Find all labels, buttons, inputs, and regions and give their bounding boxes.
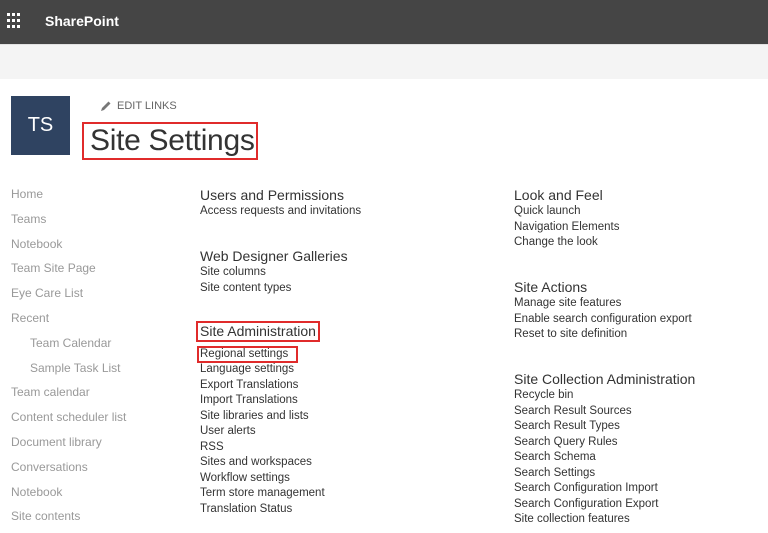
quick-launch-item[interactable]: Team calendar [11,384,171,409]
quick-launch-item[interactable]: Notebook [11,484,171,509]
link-term-store-management[interactable]: Term store management [200,486,450,502]
settings-column-right-actions: Site Actions Manage site features Enable… [514,279,764,343]
link-reset-site-definition[interactable]: Reset to site definition [514,327,764,343]
quick-launch-item[interactable]: Content scheduler list [11,409,171,434]
quick-launch-item[interactable]: Teams [11,211,171,236]
link-translation-status[interactable]: Translation Status [200,502,450,518]
settings-column-left-galleries: Web Designer Galleries Site columns Site… [200,248,450,296]
link-search-settings[interactable]: Search Settings [514,466,764,482]
site-logo[interactable]: TS [11,96,70,155]
section-title-look-and-feel: Look and Feel [514,187,603,203]
quick-launch-nav: Home Teams Notebook Team Site Page Eye Care … [11,186,171,533]
section-title-site-administration: Site Administration [196,321,320,342]
quick-launch-item[interactable]: Document library [11,434,171,459]
quick-launch-item[interactable]: Recent [11,310,171,335]
link-import-translations[interactable]: Import Translations [200,393,450,409]
settings-column-right-collection: Site Collection Administration Recycle b… [514,371,764,528]
link-recycle-bin[interactable]: Recycle bin [514,388,764,404]
quick-launch-item[interactable]: Conversations [11,459,171,484]
link-search-config-export[interactable]: Search Configuration Export [514,497,764,513]
app-launcher-icon[interactable] [7,13,23,29]
quick-launch-item[interactable]: Notebook [11,236,171,261]
ribbon-bar [0,44,768,79]
link-rss[interactable]: RSS [200,440,450,456]
quick-launch-item[interactable]: Site contents [11,508,171,533]
link-search-result-sources[interactable]: Search Result Sources [514,404,764,420]
site-logo-initials: TS [27,114,54,136]
link-export-translations[interactable]: Export Translations [200,378,450,394]
quick-launch-item[interactable]: Home [11,186,171,211]
section-title-site-actions: Site Actions [514,279,588,295]
link-search-config-import[interactable]: Search Configuration Import [514,481,764,497]
link-site-collection-features[interactable]: Site collection features [514,512,764,528]
brand-label[interactable]: SharePoint [45,13,119,29]
link-access-requests[interactable]: Access requests and invitations [200,204,450,220]
section-title-web-designer-galleries: Web Designer Galleries [200,248,348,264]
settings-column-left: Users and Permissions Access requests an… [200,187,450,220]
quick-launch-item[interactable]: Team Site Page [11,260,171,285]
link-site-libraries-lists[interactable]: Site libraries and lists [200,409,450,425]
link-search-schema[interactable]: Search Schema [514,450,764,466]
page-title: Site Settings [82,122,258,160]
quick-launch-item[interactable]: Sample Task List [11,360,171,385]
link-workflow-settings[interactable]: Workflow settings [200,471,450,487]
quick-launch-item[interactable]: Team Calendar [11,335,171,360]
quick-launch-item[interactable]: Eye Care List [11,285,171,310]
link-manage-site-features[interactable]: Manage site features [514,296,764,312]
link-sites-workspaces[interactable]: Sites and workspaces [200,455,450,471]
edit-links-button[interactable]: EDIT LINKS [100,100,177,112]
edit-links-label: EDIT LINKS [117,100,177,112]
link-change-the-look[interactable]: Change the look [514,235,764,251]
pencil-icon [101,101,111,111]
link-language-settings[interactable]: Language settings [200,362,450,378]
link-search-query-rules[interactable]: Search Query Rules [514,435,764,451]
settings-column-right-look: Look and Feel Quick launch Navigation El… [514,187,764,251]
link-site-columns[interactable]: Site columns [200,265,450,281]
link-user-alerts[interactable]: User alerts [200,424,450,440]
settings-column-left-admin: Site Administration Regional settings La… [196,321,450,518]
suite-bar: SharePoint [0,0,768,44]
link-site-content-types[interactable]: Site content types [200,281,450,297]
link-search-result-types[interactable]: Search Result Types [514,419,764,435]
link-regional-settings[interactable]: Regional settings [197,346,298,363]
link-enable-search-config-export[interactable]: Enable search configuration export [514,312,764,328]
section-title-users-permissions: Users and Permissions [200,187,344,203]
link-navigation-elements[interactable]: Navigation Elements [514,220,764,236]
link-quick-launch[interactable]: Quick launch [514,204,764,220]
section-title-site-collection-admin: Site Collection Administration [514,371,696,387]
